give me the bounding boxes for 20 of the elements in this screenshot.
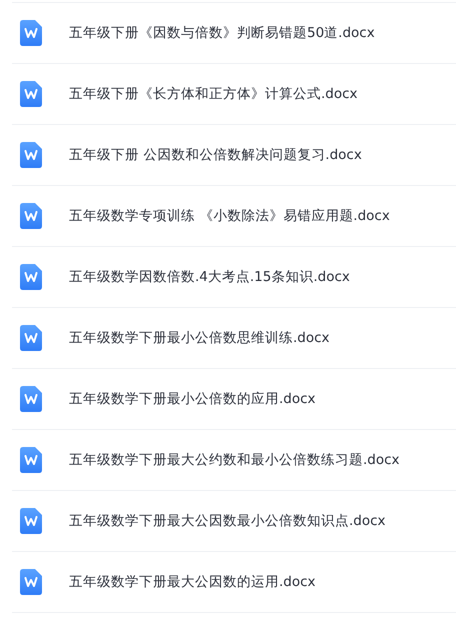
file-name[interactable]: 五年级数学下册最小公倍数的应用.docx bbox=[69, 390, 316, 408]
document-icon bbox=[20, 203, 42, 229]
file-name[interactable]: 五年级下册《因数与倍数》判断易错题50道.docx bbox=[69, 24, 375, 42]
document-icon bbox=[20, 508, 42, 534]
file-name[interactable]: 五年级数学专项训练 《小数除法》易错应用题.docx bbox=[69, 207, 390, 225]
document-icon bbox=[20, 569, 42, 595]
file-name[interactable]: 五年级数学下册最大公因数的运用.docx bbox=[69, 573, 316, 591]
document-icon bbox=[20, 325, 42, 351]
file-name[interactable]: 五年级下册《长方体和正方体》计算公式.docx bbox=[69, 85, 358, 103]
file-name[interactable]: 五年级下册 公因数和公倍数解决问题复习.docx bbox=[69, 146, 362, 164]
document-icon bbox=[20, 386, 42, 412]
document-icon bbox=[20, 264, 42, 290]
document-icon bbox=[20, 20, 42, 46]
document-icon bbox=[20, 142, 42, 168]
document-icon bbox=[20, 81, 42, 107]
file-name[interactable]: 五年级数学下册最大公约数和最小公倍数练习题.docx bbox=[69, 451, 400, 469]
file-name[interactable]: 五年级数学下册最小公倍数思维训练.docx bbox=[69, 329, 330, 347]
file-name[interactable]: 五年级数学因数倍数.4大考点.15条知识.docx bbox=[69, 268, 350, 286]
file-name[interactable]: 五年级数学下册最大公因数最小公倍数知识点.docx bbox=[69, 512, 386, 530]
document-icon bbox=[20, 447, 42, 473]
